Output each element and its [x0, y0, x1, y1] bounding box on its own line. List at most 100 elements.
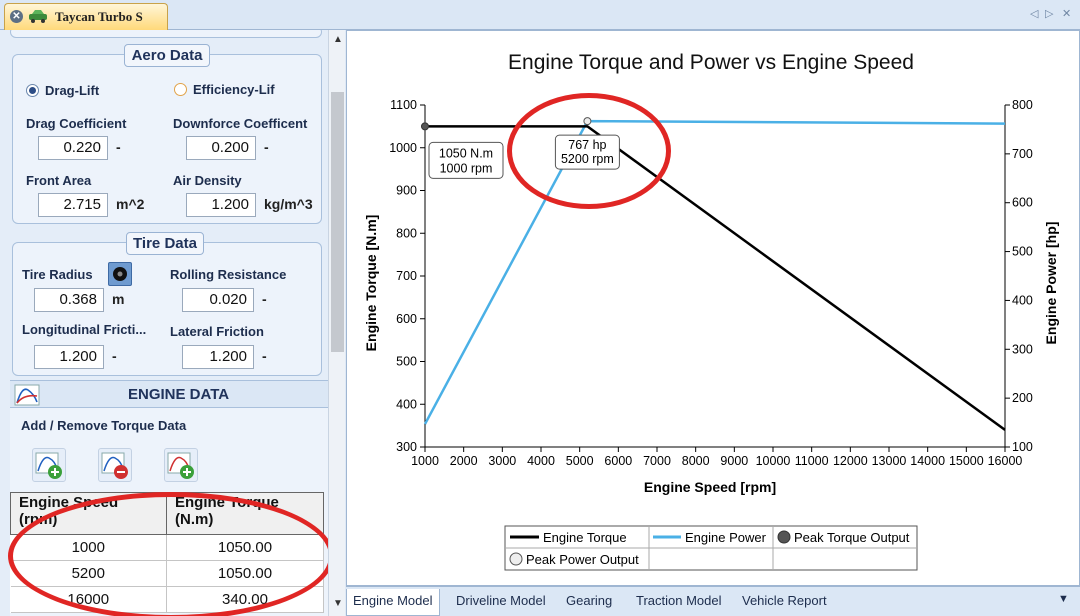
remove-torque-button[interactable]: [98, 448, 132, 482]
peak-torque-marker: [421, 122, 429, 131]
tab-close-icon[interactable]: ✕: [10, 10, 23, 23]
efficiency-lift-label: Efficiency-Lif: [193, 82, 275, 97]
x-tick-label: 6000: [604, 454, 632, 468]
edit-torque-button[interactable]: [164, 448, 198, 482]
x-axis-label: Engine Speed [rpm]: [644, 479, 776, 495]
drag-lift-label: Drag-Lift: [45, 83, 100, 98]
y-tick-label: 300: [396, 440, 417, 454]
scroll-down-icon[interactable]: ▼: [333, 598, 343, 609]
peak-torque-label-line2: 1000 rpm: [440, 161, 493, 175]
engine-data-title: ENGINE DATA: [128, 386, 230, 403]
x-tick-label: 10000: [756, 454, 791, 468]
input-panel: Aero Data Drag-Lift Efficiency-Lif Drag …: [0, 30, 328, 616]
remove-curve-icon: [101, 452, 128, 479]
lateral-friction-input[interactable]: 1.200: [182, 345, 254, 369]
tab-traction-model[interactable]: Traction Model: [636, 593, 722, 608]
air-density-input[interactable]: 1.200: [186, 193, 256, 217]
y2-tick-label: 800: [1012, 98, 1033, 112]
legend-peak-torque-marker: [777, 530, 791, 544]
front-area-label: Front Area: [26, 173, 92, 188]
x-tick-label: 2000: [450, 454, 478, 468]
drag-coefficient-input[interactable]: 0.220: [38, 136, 108, 160]
tire-radius-picker-button[interactable]: [108, 262, 132, 286]
peak-power-highlight-circle: [507, 93, 671, 209]
y-axis-label: Engine Torque [N.m]: [363, 215, 379, 352]
tire-icon: [113, 267, 127, 281]
longitudinal-friction-unit: -: [112, 348, 117, 364]
x-tick-label: 8000: [682, 454, 710, 468]
downforce-coefficient-input[interactable]: 0.200: [186, 136, 256, 160]
y-tick-label: 400: [396, 397, 417, 411]
y-tick-label: 800: [396, 226, 417, 240]
efficiency-lift-radio[interactable]: [174, 83, 187, 96]
tire-radius-input[interactable]: 0.368: [34, 288, 104, 312]
y2-axis-label: Engine Power [hp]: [1043, 222, 1059, 345]
aero-data-title: Aero Data: [124, 44, 210, 67]
left-panel-scrollbar[interactable]: ▲ ▼: [328, 30, 345, 616]
previous-group-edge: [10, 30, 322, 38]
y2-tick-label: 500: [1012, 245, 1033, 259]
lateral-friction-unit: -: [262, 348, 267, 364]
document-tab-title: Taycan Turbo S: [55, 9, 143, 24]
x-tick-label: 11000: [795, 454, 829, 468]
tire-radius-unit: m: [112, 291, 125, 307]
y2-tick-label: 600: [1012, 196, 1033, 210]
longitudinal-friction-input[interactable]: 1.200: [34, 345, 104, 369]
x-tick-label: 1000: [411, 454, 439, 468]
tab-scroll-left-icon[interactable]: ◁: [1030, 7, 1038, 20]
legend-peak-power: Peak Power Output: [526, 552, 639, 567]
document-tab-bar: ✕ Taycan Turbo S ◁ ▷ ✕: [0, 0, 1080, 30]
tab-driveline-model[interactable]: Driveline Model: [456, 593, 546, 608]
x-tick-label: 9000: [720, 454, 748, 468]
car-icon: [29, 10, 47, 23]
rolling-resistance-label: Rolling Resistance: [170, 267, 287, 282]
torque-data-subtitle: Add / Remove Torque Data: [21, 418, 187, 433]
scroll-up-icon[interactable]: ▲: [333, 34, 343, 45]
lateral-friction-label: Lateral Friction: [170, 324, 264, 339]
drag-coefficient-unit: -: [116, 139, 121, 155]
longitudinal-friction-label: Longitudinal Fricti...: [22, 322, 147, 337]
air-density-unit: kg/m^3: [264, 196, 313, 212]
engine-data-header: ENGINE DATA: [10, 380, 328, 408]
close-window-icon[interactable]: ✕: [1062, 7, 1071, 20]
y-tick-label: 600: [396, 312, 417, 326]
tire-data-title: Tire Data: [126, 232, 204, 255]
tab-vehicle-report[interactable]: Vehicle Report: [742, 593, 827, 608]
y-tick-label: 900: [396, 184, 417, 198]
tab-scroll-right-icon[interactable]: ▷: [1045, 7, 1053, 20]
table-highlight-circle: [8, 492, 328, 616]
scrollbar-thumb[interactable]: [331, 92, 344, 352]
y2-tick-label: 100: [1012, 440, 1033, 454]
legend-peak-power-marker: [509, 552, 523, 566]
air-density-label: Air Density: [173, 173, 242, 188]
tabs-dropdown-icon[interactable]: ▼: [1058, 593, 1069, 605]
x-tick-label: 14000: [910, 454, 945, 468]
y-tick-label: 1000: [389, 141, 417, 155]
y-tick-label: 500: [396, 355, 417, 369]
tab-engine-model[interactable]: Engine Model: [346, 589, 440, 616]
drag-coefficient-label: Drag Coefficient: [26, 116, 127, 131]
x-tick-label: 7000: [643, 454, 671, 468]
rolling-resistance-input[interactable]: 0.020: [182, 288, 254, 312]
drag-lift-radio[interactable]: [26, 84, 39, 97]
y-tick-label: 700: [396, 269, 417, 283]
x-tick-label: 4000: [527, 454, 555, 468]
chart-panel: Engine Torque and Power vs Engine Speed …: [346, 30, 1080, 586]
tab-gearing[interactable]: Gearing: [566, 593, 612, 608]
add-torque-button[interactable]: [32, 448, 66, 482]
y2-tick-label: 200: [1012, 391, 1033, 405]
x-tick-label: 5000: [566, 454, 594, 468]
x-tick-label: 15000: [949, 454, 984, 468]
engine-curve-icon: [14, 384, 40, 406]
downforce-coefficient-unit: -: [264, 139, 269, 155]
front-area-input[interactable]: 2.715: [38, 193, 108, 217]
chart-title: Engine Torque and Power vs Engine Speed: [508, 51, 914, 74]
chart-legend: Engine Torque Engine Power Peak Torque O…: [504, 525, 918, 571]
add-curve-icon: [35, 452, 62, 479]
tire-radius-label: Tire Radius: [22, 267, 93, 282]
document-tab[interactable]: ✕ Taycan Turbo S: [4, 3, 168, 30]
downforce-coefficient-label: Downforce Coefficent: [173, 116, 308, 131]
front-area-unit: m^2: [116, 196, 145, 212]
y-tick-label: 1100: [390, 98, 417, 112]
view-tabs: Engine Model Driveline Model Gearing Tra…: [346, 586, 1080, 616]
